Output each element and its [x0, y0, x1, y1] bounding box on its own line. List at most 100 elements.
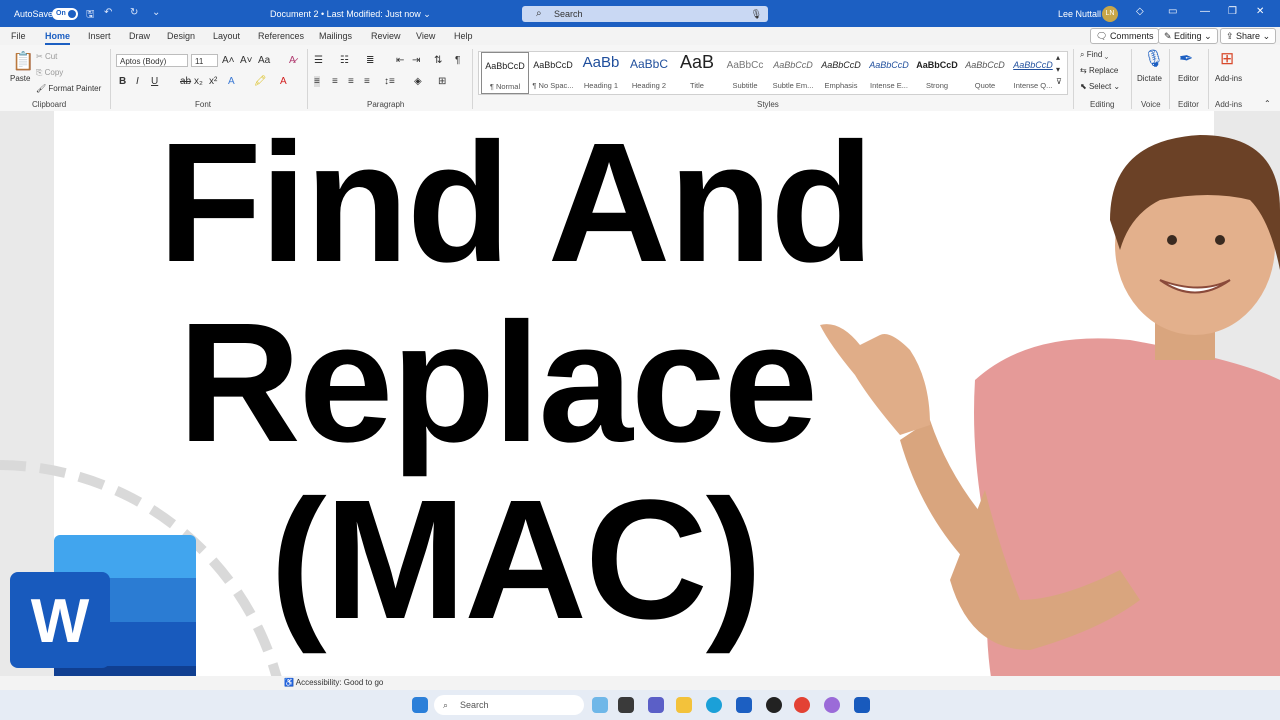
style-intense-quote[interactable]: AaBbCcD Intense Q...	[1009, 52, 1057, 94]
highlight-icon[interactable]: 🖍	[254, 76, 267, 87]
customize-toolbar-icon[interactable]: ⌄	[152, 7, 160, 18]
style-emphasis[interactable]: AaBbCcD Emphasis	[817, 52, 865, 94]
restore-icon[interactable]: ❐	[1228, 6, 1237, 17]
justify-icon[interactable]: ≡	[364, 76, 370, 87]
style-normal[interactable]: AaBbCcD ¶ Normal	[481, 52, 529, 94]
editor-button[interactable]: Editor	[1178, 74, 1199, 83]
strikethrough-icon[interactable]: ab	[180, 76, 191, 87]
tab-mailings[interactable]: Mailings	[319, 31, 352, 41]
minimize-icon[interactable]: —	[1200, 6, 1210, 17]
obs-icon[interactable]	[766, 697, 782, 713]
style-no-spacing[interactable]: AaBbCcD ¶ No Spac...	[529, 52, 577, 94]
copilot-icon[interactable]	[592, 697, 608, 713]
copy-button[interactable]: ⎘ Copy	[36, 68, 63, 78]
accessibility-status[interactable]: ♿ Accessibility: Good to go	[284, 678, 383, 687]
avatar[interactable]: LN	[1102, 6, 1118, 22]
diamond-icon[interactable]: ◇	[1136, 6, 1144, 17]
tab-layout[interactable]: Layout	[213, 31, 240, 41]
ribbon-display-icon[interactable]: ▭	[1168, 6, 1177, 17]
styles-more-icon[interactable]: ⊽	[1056, 77, 1062, 86]
borders-icon[interactable]: ⊞	[438, 76, 446, 87]
teams-icon[interactable]	[648, 697, 664, 713]
numbering-icon[interactable]: ☷	[340, 55, 349, 66]
format-painter-button[interactable]: 🖌 Format Painter	[36, 84, 101, 93]
style-heading-1[interactable]: AaBb Heading 1	[577, 52, 625, 94]
decrease-indent-icon[interactable]: ⇤	[396, 55, 404, 66]
comments-button[interactable]: 🗨 Comments	[1090, 28, 1160, 44]
redo-icon[interactable]: ↻	[130, 7, 138, 18]
italic-icon[interactable]: I	[136, 76, 139, 87]
windows-start-icon[interactable]	[412, 697, 428, 713]
font-color-icon[interactable]: A	[280, 76, 287, 87]
style-subtle-emphasis[interactable]: AaBbCcD Subtle Em...	[769, 52, 817, 94]
styles-scroll-up-icon[interactable]: ▴	[1056, 53, 1060, 62]
clear-formatting-icon[interactable]: A̷	[289, 55, 296, 66]
dictate-button[interactable]: Dictate	[1137, 74, 1162, 83]
style-intense-emphasis[interactable]: AaBbCcD Intense E...	[865, 52, 913, 94]
style-heading-2[interactable]: AaBbC Heading 2	[625, 52, 673, 94]
share-button[interactable]: ⇪ Share ⌄	[1220, 28, 1277, 44]
font-family-select[interactable]: Aptos (Body)	[116, 54, 188, 67]
line-spacing-icon[interactable]: ↕≡	[384, 76, 395, 87]
style-subtitle[interactable]: AaBbCc Subtitle	[721, 52, 769, 94]
tab-insert[interactable]: Insert	[88, 31, 111, 41]
chrome-icon[interactable]	[794, 697, 810, 713]
file-explorer-icon[interactable]	[676, 697, 692, 713]
styles-scroll-down-icon[interactable]: ▾	[1056, 65, 1060, 74]
document-title[interactable]: Document 2 • Last Modified: Just now ⌄	[270, 9, 431, 20]
store-icon[interactable]	[736, 697, 752, 713]
tab-design[interactable]: Design	[167, 31, 195, 41]
increase-indent-icon[interactable]: ⇥	[412, 55, 420, 66]
align-right-icon[interactable]: ≡	[348, 76, 354, 87]
style-strong[interactable]: AaBbCcD Strong	[913, 52, 961, 94]
style-quote[interactable]: AaBbCcD Quote	[961, 52, 1009, 94]
addins-button[interactable]: Add-ins	[1215, 74, 1242, 83]
grow-font-icon[interactable]: A˄	[222, 55, 235, 66]
align-left-icon[interactable]: ≡	[314, 76, 320, 87]
show-formatting-icon[interactable]: ¶	[455, 55, 460, 66]
editing-mode-button[interactable]: ✎ Editing ⌄	[1158, 28, 1218, 44]
tab-references[interactable]: References	[258, 31, 304, 41]
taskbar-search[interactable]: ⌕ Search	[434, 695, 584, 715]
cut-button[interactable]: ✂ Cut	[36, 52, 57, 61]
tab-draw[interactable]: Draw	[129, 31, 150, 41]
search-box[interactable]: ⌕ Search 🎙	[522, 6, 768, 22]
collapse-ribbon-icon[interactable]: ⌃	[1264, 99, 1271, 108]
paste-icon[interactable]: 📋	[12, 51, 34, 72]
text-effects-icon[interactable]: A	[228, 76, 235, 87]
change-case-icon[interactable]: Aa	[258, 55, 270, 66]
find-button[interactable]: ⌕ Find ⌄	[1080, 50, 1108, 60]
word-taskbar-icon[interactable]	[854, 697, 870, 713]
app-icon[interactable]	[824, 697, 840, 713]
sort-icon[interactable]: ⇅	[434, 55, 442, 66]
edge-icon[interactable]	[706, 697, 722, 713]
addins-grid-icon[interactable]: ⊞	[1220, 49, 1234, 69]
user-name[interactable]: Lee Nuttall	[1058, 9, 1101, 19]
shrink-font-icon[interactable]: A˅	[240, 55, 253, 66]
autosave-toggle[interactable]: On	[52, 8, 78, 20]
save-icon[interactable]: 🖫	[86, 7, 95, 24]
shading-icon[interactable]: ◈	[414, 76, 422, 87]
microphone-icon[interactable]: 🎙	[751, 6, 762, 22]
align-center-icon[interactable]: ≡	[332, 76, 338, 87]
subscript-icon[interactable]: x₂	[194, 76, 203, 87]
tab-home[interactable]: Home	[45, 31, 71, 45]
select-button[interactable]: ⬉ Select ⌄	[1080, 82, 1120, 91]
editor-pen-icon[interactable]: ✒	[1179, 49, 1193, 69]
task-view-icon[interactable]	[618, 697, 634, 713]
replace-button[interactable]: ⇆ Replace	[1080, 66, 1118, 75]
tab-file[interactable]: File	[11, 31, 26, 41]
font-size-select[interactable]: 11	[191, 54, 218, 67]
style-title[interactable]: AaB Title	[673, 52, 721, 94]
multilevel-list-icon[interactable]: ≣	[366, 55, 374, 66]
bullets-icon[interactable]: ☰	[314, 55, 323, 66]
bold-icon[interactable]: B	[119, 76, 126, 87]
tab-review[interactable]: Review	[371, 31, 401, 41]
tab-help[interactable]: Help	[454, 31, 473, 41]
close-icon[interactable]: ✕	[1256, 6, 1264, 17]
undo-icon[interactable]: ↶	[104, 7, 112, 18]
microphone-icon[interactable]: 🎙	[1143, 49, 1165, 69]
superscript-icon[interactable]: x²	[209, 76, 217, 87]
tab-view[interactable]: View	[416, 31, 435, 41]
underline-icon[interactable]: U	[151, 76, 158, 87]
